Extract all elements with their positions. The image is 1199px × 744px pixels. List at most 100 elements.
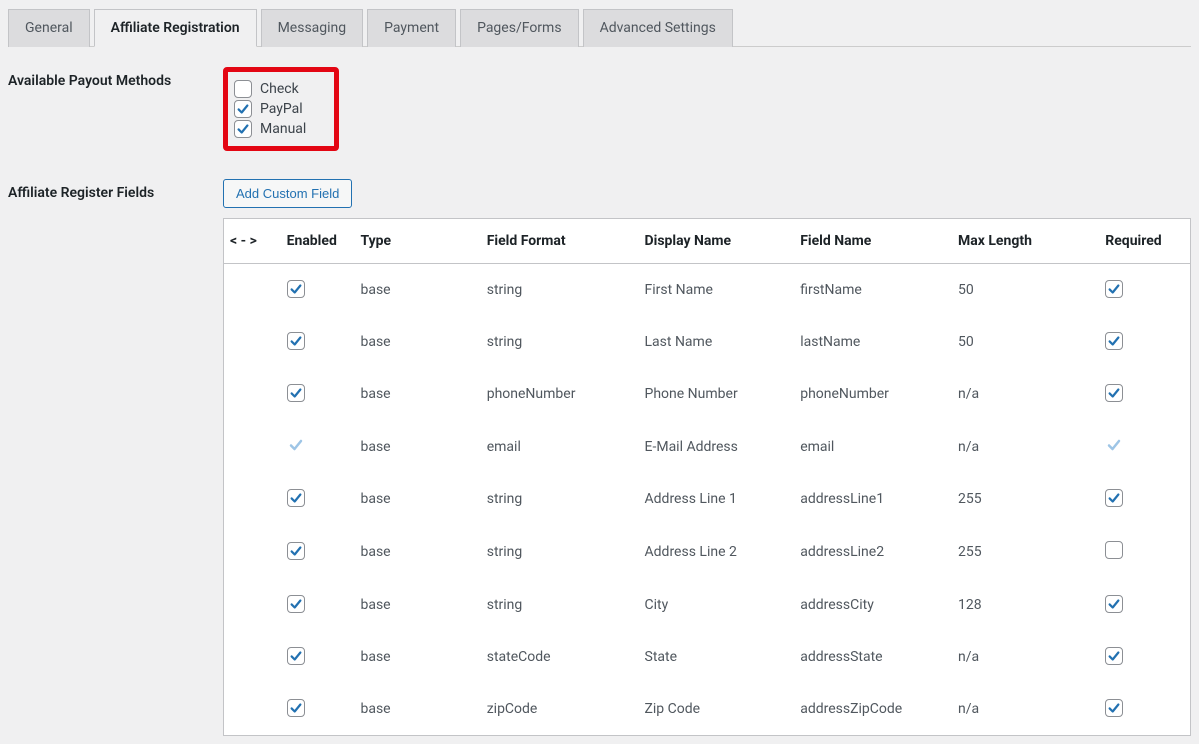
cell-type: base: [350, 368, 476, 420]
payout-checkbox-paypal[interactable]: [234, 100, 252, 118]
table-row: basestringAddress Line 1addressLine1255: [224, 473, 1190, 525]
tab-general[interactable]: General: [8, 9, 90, 47]
table-header-row: < - > Enabled Type Field Format Display …: [224, 219, 1190, 264]
cell-type: base: [350, 264, 476, 317]
reorder-handle[interactable]: [224, 631, 277, 683]
enabled-checkbox[interactable]: [287, 489, 305, 507]
required-checkbox[interactable]: [1105, 489, 1123, 507]
tab-messaging[interactable]: Messaging: [261, 9, 364, 47]
reorder-handle[interactable]: [224, 473, 277, 525]
cell-display: E-Mail Address: [635, 420, 791, 473]
tab-payment[interactable]: Payment: [367, 9, 456, 47]
required-checkbox[interactable]: [1105, 647, 1123, 665]
cell-type: base: [350, 473, 476, 525]
reorder-handle[interactable]: [224, 316, 277, 368]
table-row: basestringCityaddressCity128: [224, 579, 1190, 631]
cell-max: 255: [948, 473, 1095, 525]
cell-type: base: [350, 525, 476, 579]
enabled-checkbox[interactable]: [287, 280, 305, 298]
payout-option-paypal: PayPal: [234, 100, 306, 118]
add-custom-field-button[interactable]: Add Custom Field: [223, 179, 352, 208]
cell-max: 255: [948, 525, 1095, 579]
table-row: basestringLast NamelastName50: [224, 316, 1190, 368]
enabled-checkbox[interactable]: [287, 595, 305, 613]
cell-field: phoneNumber: [790, 368, 948, 420]
cell-type: base: [350, 420, 476, 473]
reorder-handle[interactable]: [224, 579, 277, 631]
cell-max: n/a: [948, 631, 1095, 683]
payout-label: Check: [260, 81, 299, 97]
cell-display: Last Name: [635, 316, 791, 368]
enabled-checkbox[interactable]: [287, 542, 305, 560]
required-checkbox[interactable]: [1105, 699, 1123, 717]
tab-advanced-settings[interactable]: Advanced Settings: [583, 9, 733, 47]
payout-methods-label: Available Payout Methods: [8, 67, 223, 89]
register-fields-label: Affiliate Register Fields: [8, 179, 223, 201]
cell-format: string: [477, 316, 635, 368]
cell-type: base: [350, 683, 476, 735]
header-required: Required: [1095, 219, 1190, 264]
cell-field: lastName: [790, 316, 948, 368]
enabled-checkbox[interactable]: [287, 699, 305, 717]
required-checkbox[interactable]: [1105, 595, 1123, 613]
payout-methods-row: Available Payout Methods Check PayPal Manu…: [8, 67, 1191, 151]
payout-option-check: Check: [234, 80, 306, 98]
table-row: basestateCodeStateaddressStaten/a: [224, 631, 1190, 683]
tab-affiliate-registration[interactable]: Affiliate Registration: [94, 9, 257, 47]
payout-methods-content: Check PayPal Manual: [223, 67, 1191, 151]
cell-field: addressState: [790, 631, 948, 683]
cell-format: string: [477, 264, 635, 317]
table-row: basestringFirst NamefirstName50: [224, 264, 1190, 317]
required-checkbox[interactable]: [1105, 280, 1123, 298]
payout-checkbox-check[interactable]: [234, 80, 252, 98]
header-format: Field Format: [477, 219, 635, 264]
required-checkbox[interactable]: [1105, 384, 1123, 402]
cell-format: phoneNumber: [477, 368, 635, 420]
enabled-checkbox[interactable]: [287, 647, 305, 665]
cell-type: base: [350, 316, 476, 368]
cell-display: Address Line 1: [635, 473, 791, 525]
reorder-handle[interactable]: [224, 683, 277, 735]
header-field: Field Name: [790, 219, 948, 264]
required-checkbox[interactable]: [1105, 541, 1123, 559]
enabled-checkbox[interactable]: [287, 332, 305, 350]
table-row: baseemailE-Mail Addressemailn/a: [224, 420, 1190, 473]
cell-field: addressCity: [790, 579, 948, 631]
cell-display: City: [635, 579, 791, 631]
payout-option-manual: Manual: [234, 120, 306, 138]
table-row: basephoneNumberPhone NumberphoneNumbern/…: [224, 368, 1190, 420]
reorder-handle[interactable]: [224, 368, 277, 420]
cell-type: base: [350, 579, 476, 631]
cell-field: firstName: [790, 264, 948, 317]
required-checkbox[interactable]: [1105, 332, 1123, 350]
cell-display: Zip Code: [635, 683, 791, 735]
enabled-checkbox[interactable]: [287, 384, 305, 402]
header-reorder: < - >: [224, 219, 277, 264]
tab-pages-forms[interactable]: Pages/Forms: [460, 9, 579, 47]
cell-display: Address Line 2: [635, 525, 791, 579]
enabled-locked-check-icon: [287, 436, 305, 454]
header-display: Display Name: [635, 219, 791, 264]
cell-max: n/a: [948, 683, 1095, 735]
cell-format: stateCode: [477, 631, 635, 683]
cell-format: string: [477, 579, 635, 631]
cell-max: 128: [948, 579, 1095, 631]
payout-checkbox-manual[interactable]: [234, 120, 252, 138]
header-type: Type: [350, 219, 476, 264]
payout-label: PayPal: [260, 101, 303, 117]
cell-field: addressLine1: [790, 473, 948, 525]
cell-max: 50: [948, 316, 1095, 368]
reorder-handle[interactable]: [224, 525, 277, 579]
fields-table-wrap: < - > Enabled Type Field Format Display …: [223, 218, 1191, 736]
reorder-handle[interactable]: [224, 420, 277, 473]
table-row: basezipCodeZip CodeaddressZipCoden/a: [224, 683, 1190, 735]
cell-display: First Name: [635, 264, 791, 317]
register-fields-content: Add Custom Field < - > Enabled Type Fiel…: [223, 179, 1191, 736]
cell-format: string: [477, 473, 635, 525]
cell-display: Phone Number: [635, 368, 791, 420]
payout-highlight-box: Check PayPal Manual: [223, 67, 339, 151]
payout-label: Manual: [260, 121, 306, 137]
reorder-handle[interactable]: [224, 264, 277, 317]
cell-max: n/a: [948, 368, 1095, 420]
cell-field: email: [790, 420, 948, 473]
